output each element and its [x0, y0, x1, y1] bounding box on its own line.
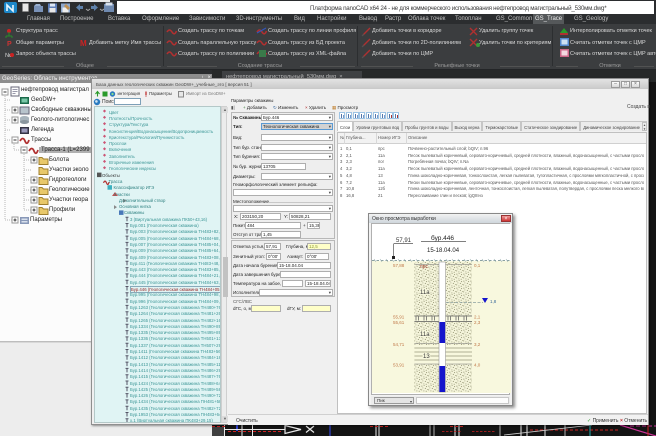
svg-text:2,3: 2,3 [474, 320, 481, 325]
svg-text:54,71: 54,71 [393, 342, 405, 347]
svg-text:11а: 11а [420, 332, 430, 338]
svg-text:55,61: 55,61 [393, 320, 405, 325]
svg-text:57,88: 57,88 [393, 263, 405, 268]
svg-text:11а: 11а [420, 290, 430, 296]
svg-text:55,91: 55,91 [393, 315, 405, 320]
svg-text:57,91: 57,91 [396, 238, 412, 244]
svg-text:прс: прс [420, 264, 428, 270]
svg-text:53,91: 53,91 [393, 363, 405, 368]
svg-text:15-18.04.04: 15-18.04.04 [427, 248, 460, 254]
svg-text:бур.446: бур.446 [431, 234, 454, 242]
svg-text:0,1: 0,1 [474, 263, 481, 268]
svg-text:13: 13 [423, 354, 430, 360]
svg-text:M: M [80, 39, 87, 48]
svg-text:3,2: 3,2 [474, 342, 481, 347]
svg-text:2,1: 2,1 [474, 315, 481, 320]
svg-text:P: P [7, 41, 12, 48]
svg-text:1,8: 1,8 [490, 299, 497, 304]
svg-text:4,0: 4,0 [474, 363, 481, 368]
